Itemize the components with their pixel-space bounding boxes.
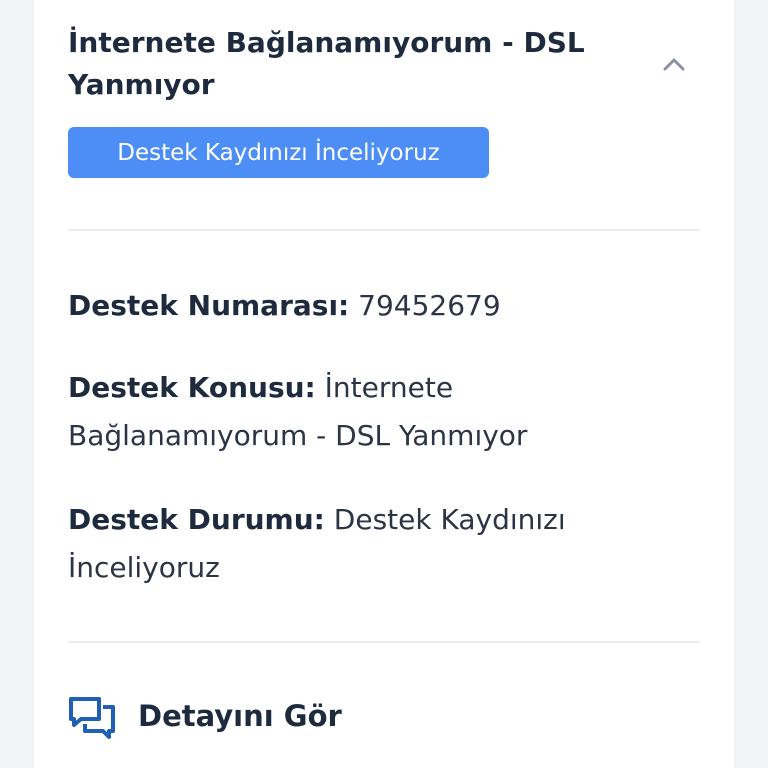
ticket-subject-label: Destek Konusu: [68, 371, 316, 404]
ticket-header[interactable]: İnternete Bağlanamıyorum - DSL Yanmıyor [68, 22, 638, 106]
ticket-title: İnternete Bağlanamıyorum - DSL Yanmıyor [68, 26, 585, 101]
ticket-number-label: Destek Numarası: [68, 289, 350, 322]
ticket-card: İnternete Bağlanamıyorum - DSL Yanmıyor … [34, 0, 734, 768]
chat-bubbles-icon [68, 692, 116, 740]
divider [68, 641, 700, 643]
ticket-number-row: Destek Numarası: 79452679 [68, 282, 628, 330]
ticket-state-row: Destek Durumu: Destek Kaydınızı İnceliyo… [68, 496, 628, 592]
view-detail-label: Detayını Gör [138, 699, 342, 733]
status-badge: Destek Kaydınızı İnceliyoruz [68, 127, 489, 178]
ticket-state-label: Destek Durumu: [68, 503, 325, 536]
ticket-number-value: 79452679 [358, 289, 501, 322]
divider [68, 229, 700, 231]
chevron-up-icon[interactable] [662, 54, 686, 74]
ticket-subject-row: Destek Konusu: İnternete Bağlanamıyorum … [68, 364, 628, 460]
view-detail-button[interactable]: Detayını Gör [68, 690, 342, 742]
